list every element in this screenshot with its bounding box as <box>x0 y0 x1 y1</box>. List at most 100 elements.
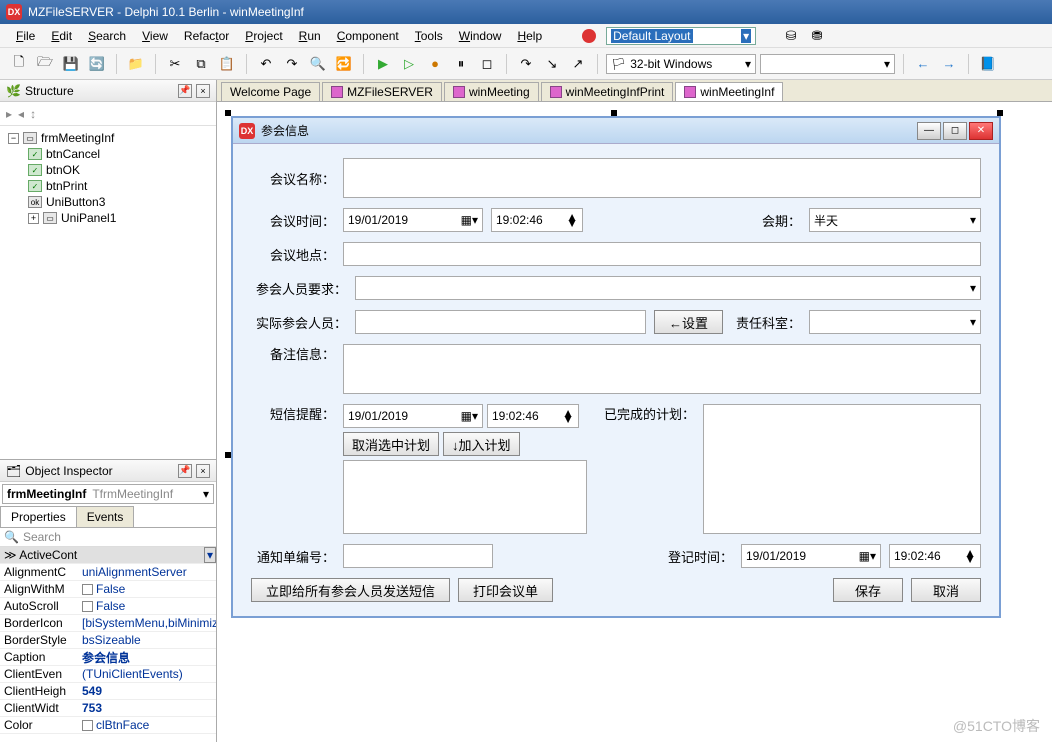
property-row[interactable]: AlignmentCuniAlignmentServer <box>0 564 216 581</box>
minimize-icon[interactable]: ― <box>917 122 941 140</box>
menu-file[interactable]: File <box>10 27 41 45</box>
tree-move-icon[interactable]: ↕ <box>30 107 36 121</box>
tab-winmeeting[interactable]: winMeeting <box>444 82 539 101</box>
menu-edit[interactable]: Edit <box>45 27 78 45</box>
select-dept[interactable]: ▾ <box>809 310 981 334</box>
property-row[interactable]: ClientEven(TUniClientEvents) <box>0 666 216 683</box>
input-reg-time[interactable]: 19:02:46▲▼ <box>889 544 981 568</box>
input-reg-date[interactable]: 19/01/2019▦▾ <box>741 544 881 568</box>
stop-icon[interactable]: ◻ <box>476 53 498 75</box>
input-meeting-name[interactable] <box>343 158 981 198</box>
tab-winmeetinginfprint[interactable]: winMeetingInfPrint <box>541 82 674 101</box>
nav-back-icon[interactable]: ← <box>912 53 934 75</box>
tab-winmeetinginf[interactable]: winMeetingInf <box>675 82 783 101</box>
input-place[interactable] <box>343 242 981 266</box>
maximize-icon[interactable]: ◻ <box>943 122 967 140</box>
replace-icon[interactable]: 🔁 <box>333 53 355 75</box>
run-icon[interactable]: ▶ <box>372 53 394 75</box>
pause-icon[interactable]: ● <box>424 53 446 75</box>
close-icon[interactable]: × <box>196 84 210 98</box>
object-selector[interactable]: frmMeetingInfTfrmMeetingInf▾ <box>2 484 214 504</box>
menu-help[interactable]: Help <box>511 27 548 45</box>
tree-collapse-icon[interactable]: ◂ <box>18 107 24 121</box>
input-sms-date[interactable]: 19/01/2019▦▾ <box>343 404 483 428</box>
structure-tree[interactable]: −▭frmMeetingInf ✓btnCancel ✓btnOK ✓btnPr… <box>0 126 216 459</box>
tree-item[interactable]: ✓btnOK <box>0 162 216 178</box>
tab-project[interactable]: MZFileSERVER <box>322 82 442 101</box>
input-actual[interactable] <box>355 310 646 334</box>
cut-icon[interactable]: ✂ <box>164 53 186 75</box>
send-sms-button[interactable]: 立即给所有参会人员发送短信 <box>251 578 450 602</box>
layout-load-icon[interactable]: ⛃ <box>806 25 828 47</box>
pin-icon[interactable]: 📌 <box>178 84 192 98</box>
tree-item[interactable]: okUniButton3 <box>0 194 216 210</box>
property-row[interactable]: BorderIcon[biSystemMenu,biMinimize,b <box>0 615 216 632</box>
menu-component[interactable]: Component <box>331 27 405 45</box>
input-date[interactable]: 19/01/2019▦▾ <box>343 208 483 232</box>
form-designer[interactable]: DX 参会信息 ― ◻ ✕ 会议名称： 会议时间： 19/01/ <box>217 102 1052 742</box>
tab-welcome[interactable]: Welcome Page <box>221 82 320 101</box>
property-row[interactable]: AutoScrollFalse <box>0 598 216 615</box>
folder-icon[interactable]: 📁 <box>125 53 147 75</box>
cancel-plan-button[interactable]: 取消选中计划 <box>343 432 439 456</box>
menu-project[interactable]: Project <box>239 27 288 45</box>
designed-form[interactable]: DX 参会信息 ― ◻ ✕ 会议名称： 会议时间： 19/01/ <box>231 116 1001 618</box>
tab-events[interactable]: Events <box>76 506 135 527</box>
layout-save-icon[interactable]: ⛁ <box>780 25 802 47</box>
input-notice[interactable] <box>343 544 493 568</box>
step-into-icon[interactable]: ↘ <box>541 53 563 75</box>
paste-icon[interactable]: 📋 <box>216 53 238 75</box>
open-icon[interactable]: 🗁 <box>34 53 56 75</box>
tree-root[interactable]: −▭frmMeetingInf <box>0 130 216 146</box>
step-out-icon[interactable]: ↗ <box>567 53 589 75</box>
textarea-remark[interactable] <box>343 344 981 394</box>
select-requirement[interactable]: ▾ <box>355 276 981 300</box>
redo-icon[interactable]: ↷ <box>281 53 303 75</box>
print-button[interactable]: 打印会议单 <box>458 578 553 602</box>
tab-properties[interactable]: Properties <box>0 506 77 527</box>
menu-view[interactable]: View <box>136 27 174 45</box>
undo-icon[interactable]: ↶ <box>255 53 277 75</box>
close-icon[interactable]: ✕ <box>969 122 993 140</box>
property-row[interactable]: AlignWithMFalse <box>0 581 216 598</box>
save-icon[interactable]: 💾 <box>60 53 82 75</box>
refresh-icon[interactable]: 🔄 <box>86 53 108 75</box>
tree-item[interactable]: ✓btnCancel <box>0 146 216 162</box>
cancel-button[interactable]: 取消 <box>911 578 981 602</box>
run-no-debug-icon[interactable]: ▷ <box>398 53 420 75</box>
save-button[interactable]: 保存 <box>833 578 903 602</box>
add-plan-button[interactable]: ↓加入计划 <box>443 432 520 456</box>
platform-combo[interactable]: 🏳 32-bit Windows▾ <box>606 54 756 74</box>
property-row[interactable]: ClientWidt753 <box>0 700 216 717</box>
property-row[interactable]: Caption参会信息 <box>0 649 216 666</box>
property-row[interactable]: ColorclBtnFace <box>0 717 216 734</box>
tree-expand-icon[interactable]: ▸ <box>6 107 12 121</box>
tree-item[interactable]: +▭UniPanel1 <box>0 210 216 226</box>
nav-fwd-icon[interactable]: → <box>938 53 960 75</box>
textarea-done[interactable] <box>703 404 981 534</box>
menu-run[interactable]: Run <box>293 27 327 45</box>
select-period[interactable]: 半天▾ <box>809 208 981 232</box>
input-sms-time[interactable]: 19:02:46▲▼ <box>487 404 579 428</box>
close-icon[interactable]: × <box>196 464 210 478</box>
property-grid[interactable]: ≫ ActiveCont▾ AlignmentCuniAlignmentServ… <box>0 547 216 742</box>
menu-search[interactable]: Search <box>82 27 132 45</box>
config-combo[interactable]: ▾ <box>760 54 895 74</box>
menu-window[interactable]: Window <box>453 27 508 45</box>
input-time[interactable]: 19:02:46▲▼ <box>491 208 583 232</box>
menu-tools[interactable]: Tools <box>409 27 449 45</box>
new-icon[interactable]: 🗋 <box>8 53 30 75</box>
set-button[interactable]: ←设置 <box>654 310 723 334</box>
help-icon[interactable]: 📘 <box>977 53 999 75</box>
copy-icon[interactable]: ⧉ <box>190 53 212 75</box>
property-row[interactable]: ClientHeigh549 <box>0 683 216 700</box>
textarea-plan[interactable] <box>343 460 587 534</box>
property-row[interactable]: BorderStylebsSizeable <box>0 632 216 649</box>
step-over-icon[interactable]: ↷ <box>515 53 537 75</box>
layout-combo[interactable]: Default Layout▾ <box>606 27 756 45</box>
pause2-icon[interactable]: ⏸ <box>450 53 472 75</box>
find-icon[interactable]: 🔍 <box>307 53 329 75</box>
pin-icon[interactable]: 📌 <box>178 464 192 478</box>
property-search[interactable]: 🔍 Search <box>0 528 216 547</box>
menu-refactor[interactable]: Refactor <box>178 27 235 45</box>
